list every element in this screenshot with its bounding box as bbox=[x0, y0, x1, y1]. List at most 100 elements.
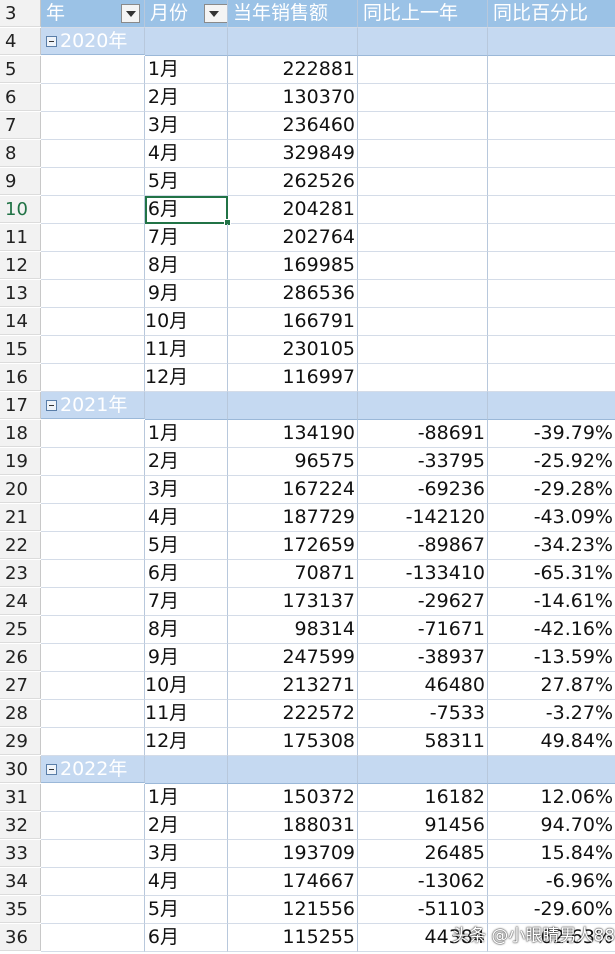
row-number[interactable]: 34 bbox=[0, 868, 41, 895]
pct-cell[interactable]: -6.96% bbox=[488, 868, 615, 896]
pct-cell[interactable]: -29.60% bbox=[488, 896, 615, 924]
month-cell[interactable]: 5月 bbox=[145, 532, 228, 560]
month-cell[interactable]: 5月 bbox=[145, 168, 228, 196]
diff-cell[interactable]: 91456 bbox=[358, 812, 488, 840]
year-cell[interactable] bbox=[41, 280, 145, 308]
row-number[interactable]: 22 bbox=[0, 532, 41, 559]
row-number[interactable]: 11 bbox=[0, 224, 41, 251]
pct-cell[interactable] bbox=[488, 140, 615, 168]
pct-cell[interactable]: 27.87% bbox=[488, 672, 615, 700]
row-number[interactable]: 5 bbox=[0, 56, 41, 83]
month-cell[interactable]: 7月 bbox=[145, 588, 228, 616]
month-cell[interactable]: 2月 bbox=[145, 812, 228, 840]
year-cell[interactable] bbox=[41, 476, 145, 504]
diff-cell[interactable]: -13062 bbox=[358, 868, 488, 896]
diff-cell[interactable]: -29627 bbox=[358, 588, 488, 616]
row-number[interactable]: 7 bbox=[0, 112, 41, 139]
row-number[interactable]: 27 bbox=[0, 672, 41, 699]
month-cell[interactable]: 10月 bbox=[145, 308, 228, 336]
sales-cell[interactable]: 222881 bbox=[228, 56, 358, 84]
year-cell[interactable] bbox=[41, 896, 145, 924]
year-cell[interactable] bbox=[41, 168, 145, 196]
month-cell[interactable]: 1月 bbox=[145, 56, 228, 84]
year-cell[interactable] bbox=[41, 504, 145, 532]
year-cell[interactable] bbox=[41, 448, 145, 476]
pct-cell[interactable] bbox=[488, 196, 615, 224]
row-number[interactable]: 33 bbox=[0, 840, 41, 867]
year-cell[interactable] bbox=[41, 924, 145, 952]
diff-cell[interactable]: -38937 bbox=[358, 644, 488, 672]
month-cell[interactable]: 3月 bbox=[145, 840, 228, 868]
diff-cell[interactable] bbox=[358, 280, 488, 308]
pct-cell[interactable] bbox=[488, 336, 615, 364]
month-cell[interactable]: 10月 bbox=[145, 672, 228, 700]
diff-cell[interactable]: -51103 bbox=[358, 896, 488, 924]
row-number[interactable]: 31 bbox=[0, 784, 41, 811]
pct-cell[interactable]: 12.06% bbox=[488, 784, 615, 812]
sales-cell[interactable]: 236460 bbox=[228, 112, 358, 140]
year-cell[interactable] bbox=[41, 868, 145, 896]
sales-cell[interactable]: 167224 bbox=[228, 476, 358, 504]
sales-cell[interactable]: 286536 bbox=[228, 280, 358, 308]
sales-cell[interactable]: 262526 bbox=[228, 168, 358, 196]
empty-cell[interactable] bbox=[145, 756, 228, 784]
row-number[interactable]: 36 bbox=[0, 924, 41, 951]
sales-cell[interactable]: 172659 bbox=[228, 532, 358, 560]
month-cell[interactable]: 11月 bbox=[145, 336, 228, 364]
diff-cell[interactable]: -133410 bbox=[358, 560, 488, 588]
month-cell[interactable]: 9月 bbox=[145, 280, 228, 308]
sales-cell[interactable]: 169985 bbox=[228, 252, 358, 280]
sales-cell[interactable]: 329849 bbox=[228, 140, 358, 168]
row-number[interactable]: 23 bbox=[0, 560, 41, 587]
diff-cell[interactable] bbox=[358, 112, 488, 140]
year-cell[interactable] bbox=[41, 56, 145, 84]
pct-cell[interactable] bbox=[488, 280, 615, 308]
sales-cell[interactable]: 204281 bbox=[228, 196, 358, 224]
diff-header-cell[interactable]: 同比上一年 bbox=[358, 0, 488, 28]
row-number[interactable]: 26 bbox=[0, 644, 41, 671]
month-cell[interactable]: 12月 bbox=[145, 728, 228, 756]
row-number[interactable]: 32 bbox=[0, 812, 41, 839]
pct-cell[interactable]: -43.09% bbox=[488, 504, 615, 532]
sales-cell[interactable]: 150372 bbox=[228, 784, 358, 812]
row-number[interactable]: 25 bbox=[0, 616, 41, 643]
year-group-cell[interactable]: 2022年 bbox=[41, 756, 145, 783]
pct-cell[interactable]: -34.23% bbox=[488, 532, 615, 560]
diff-cell[interactable] bbox=[358, 84, 488, 112]
empty-cell[interactable] bbox=[358, 392, 488, 420]
row-number[interactable]: 16 bbox=[0, 364, 41, 391]
year-group-cell[interactable]: 2021年 bbox=[41, 392, 145, 419]
row-number[interactable]: 3 bbox=[0, 0, 41, 27]
row-number[interactable]: 14 bbox=[0, 308, 41, 335]
diff-cell[interactable]: -69236 bbox=[358, 476, 488, 504]
sales-cell[interactable]: 230105 bbox=[228, 336, 358, 364]
year-group-cell[interactable]: 2020年 bbox=[41, 28, 145, 55]
filter-dropdown-icon[interactable] bbox=[204, 4, 227, 23]
diff-cell[interactable]: -88691 bbox=[358, 420, 488, 448]
sales-cell[interactable]: 174667 bbox=[228, 868, 358, 896]
diff-cell[interactable]: -142120 bbox=[358, 504, 488, 532]
row-number[interactable]: 15 bbox=[0, 336, 41, 363]
pct-cell[interactable] bbox=[488, 224, 615, 252]
empty-cell[interactable] bbox=[145, 28, 228, 56]
sales-cell[interactable]: 202764 bbox=[228, 224, 358, 252]
month-cell[interactable]: 1月 bbox=[145, 784, 228, 812]
sales-cell[interactable]: 96575 bbox=[228, 448, 358, 476]
empty-cell[interactable] bbox=[358, 28, 488, 56]
row-number[interactable]: 30 bbox=[0, 756, 41, 783]
row-number[interactable]: 9 bbox=[0, 168, 41, 195]
month-cell[interactable]: 1月 bbox=[145, 420, 228, 448]
month-cell[interactable]: 4月 bbox=[145, 868, 228, 896]
pct-cell[interactable] bbox=[488, 112, 615, 140]
sales-cell[interactable]: 134190 bbox=[228, 420, 358, 448]
year-header-cell[interactable]: 年 bbox=[41, 0, 145, 28]
pct-cell[interactable]: 49.84% bbox=[488, 728, 615, 756]
sales-cell[interactable]: 173137 bbox=[228, 588, 358, 616]
sales-cell[interactable]: 121556 bbox=[228, 896, 358, 924]
month-cell[interactable]: 6月 bbox=[145, 560, 228, 588]
diff-cell[interactable] bbox=[358, 140, 488, 168]
year-cell[interactable] bbox=[41, 784, 145, 812]
diff-cell[interactable]: 46480 bbox=[358, 672, 488, 700]
year-cell[interactable] bbox=[41, 308, 145, 336]
sales-cell[interactable]: 115255 bbox=[228, 924, 358, 952]
